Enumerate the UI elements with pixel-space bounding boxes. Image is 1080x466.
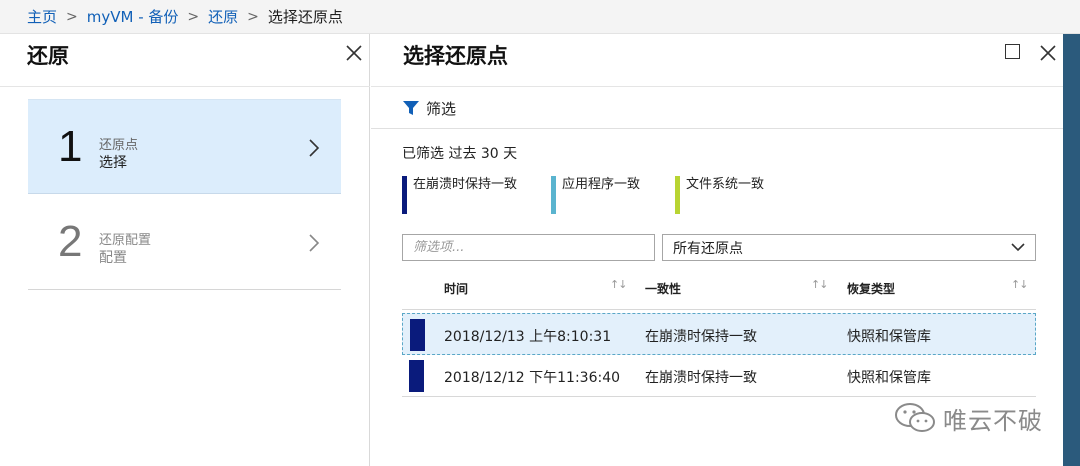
table-header: 时间 ↑↓ 一致性 ↑↓ 恢复类型 ↑↓ [402, 272, 1036, 310]
wechat-icon [895, 403, 935, 432]
step-number: 1 [58, 122, 83, 171]
step-label: 还原配置 [99, 233, 152, 248]
sort-icon[interactable]: ↑↓ [811, 278, 828, 291]
sort-icon[interactable]: ↑↓ [610, 278, 627, 291]
breadcrumb-vm-backup[interactable]: myVM - 备份 [87, 6, 179, 27]
maximize-icon[interactable] [1005, 44, 1020, 59]
filter-items-input[interactable] [402, 234, 655, 261]
cell-time: 2018/12/12 下午11:36:40 [444, 370, 621, 386]
chevron-right-icon: > [66, 8, 78, 25]
close-icon[interactable] [343, 42, 365, 64]
chevron-right-icon: > [247, 8, 259, 25]
breadcrumb-restore[interactable]: 还原 [208, 6, 238, 27]
legend-color [402, 176, 407, 214]
legend-color [551, 176, 556, 214]
restore-points-table: 时间 ↑↓ 一致性 ↑↓ 恢复类型 ↑↓ 2018/12/13 上午8:10:3… [402, 272, 1036, 397]
step-restore-config[interactable]: 2 还原配置 配置 [28, 195, 341, 290]
chevron-right-icon[interactable] [308, 233, 320, 253]
step-restore-point[interactable]: 1 还原点 选择 [28, 99, 341, 194]
divider [371, 128, 1063, 129]
divider [0, 86, 370, 87]
consistency-marker [409, 360, 424, 392]
blade-title: 选择还原点 [403, 44, 508, 68]
legend-fs-consistent: 文件系统一致 [675, 176, 764, 214]
watermark: 唯云不破 [893, 400, 1043, 436]
cell-recovery-type: 快照和保管库 [847, 329, 931, 345]
close-icon[interactable] [1037, 42, 1059, 64]
edge-strip [1063, 34, 1080, 466]
step-value: 选择 [99, 155, 127, 171]
legend-crash-consistent: 在崩溃时保持一致 [402, 176, 517, 214]
filter-label: 筛选 [426, 99, 457, 118]
breadcrumb: 主页 > myVM - 备份 > 还原 > 选择还原点 [0, 0, 1080, 34]
filter-button[interactable]: 筛选 [402, 96, 456, 120]
legend-color [675, 176, 680, 214]
restore-blade: 还原 1 还原点 选择 2 还原配置 配置 [0, 34, 370, 466]
legend-label: 在崩溃时保持一致 [413, 177, 518, 192]
step-label: 还原点 [99, 138, 139, 153]
step-number: 2 [58, 217, 83, 266]
filter-summary: 已筛选 过去 30 天 [402, 146, 518, 162]
step-value: 配置 [99, 250, 127, 266]
cell-recovery-type: 快照和保管库 [847, 370, 931, 386]
breadcrumb-home[interactable]: 主页 [27, 6, 57, 27]
column-header-consistency[interactable]: 一致性 [645, 280, 681, 297]
cell-consistency: 在崩溃时保持一致 [645, 370, 757, 386]
filter-icon [403, 100, 419, 115]
chevron-right-icon: > [187, 8, 200, 25]
divider [371, 86, 1063, 87]
chevron-right-icon[interactable] [308, 138, 320, 158]
cell-time: 2018/12/13 上午8:10:31 [444, 329, 612, 345]
column-header-time[interactable]: 时间 [444, 280, 468, 297]
breadcrumb-current: 选择还原点 [267, 8, 343, 26]
blade-title: 还原 [27, 44, 69, 68]
consistency-marker [410, 319, 425, 351]
column-header-recovery-type[interactable]: 恢复类型 [847, 280, 895, 297]
table-row[interactable]: 2018/12/13 上午8:10:31 在崩溃时保持一致 快照和保管库 [402, 313, 1036, 355]
restore-points-dropdown[interactable]: 所有还原点 [662, 234, 1036, 261]
sort-icon[interactable]: ↑↓ [1011, 278, 1028, 291]
watermark-text: 唯云不破 [943, 406, 1043, 435]
dropdown-value: 所有还原点 [673, 240, 743, 257]
legend-label: 文件系统一致 [686, 177, 765, 192]
table-row[interactable]: 2018/12/12 下午11:36:40 在崩溃时保持一致 快照和保管库 [402, 355, 1036, 397]
chevron-down-icon [1011, 243, 1025, 252]
legend-label: 应用程序一致 [562, 177, 641, 192]
legend-app-consistent: 应用程序一致 [551, 176, 640, 214]
cell-consistency: 在崩溃时保持一致 [645, 329, 757, 345]
